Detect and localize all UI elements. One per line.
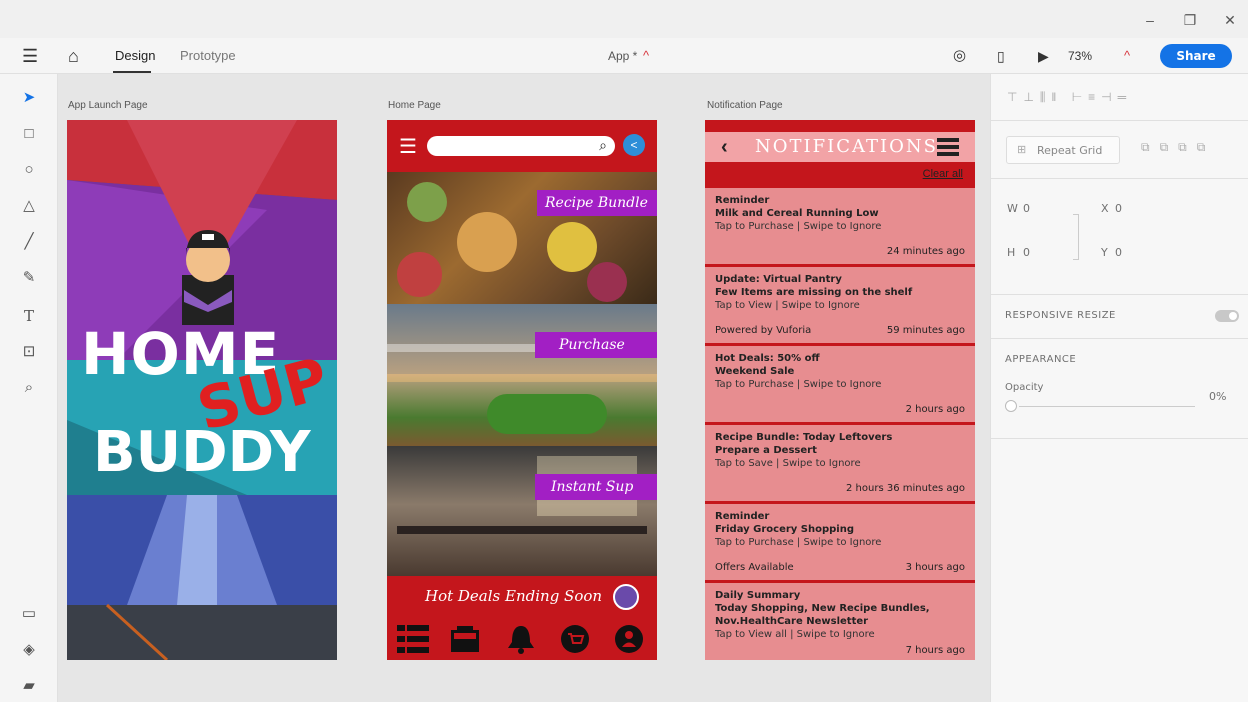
share-button[interactable]: Share bbox=[1160, 44, 1232, 68]
notifications-titlebar: ‹ NOTIFICATIONS bbox=[705, 132, 975, 162]
notifications-title: NOTIFICATIONS bbox=[755, 136, 938, 157]
design-canvas[interactable]: App Launch Page Home Page Notification P… bbox=[58, 74, 990, 702]
notification-item[interactable]: Update: Virtual Pantry Few Items are mis… bbox=[705, 264, 975, 341]
responsive-resize-toggle[interactable] bbox=[1215, 310, 1239, 322]
line-icon[interactable]: ╱ bbox=[19, 232, 39, 252]
back-icon[interactable]: ‹ bbox=[721, 132, 728, 162]
property-inspector: ⊤⊥⫼‖ ⊢≡⊣═ ⊞ Repeat Grid ⧉⧉⧉⧉ W 0 X 0 H 0… bbox=[990, 74, 1248, 702]
cart-icon[interactable] bbox=[559, 624, 591, 654]
height-field[interactable]: 0 bbox=[1023, 246, 1030, 259]
list-icon[interactable] bbox=[397, 624, 429, 654]
x-label: X bbox=[1101, 202, 1109, 215]
appearance-label: APPEARANCE bbox=[1005, 354, 1077, 365]
height-label: H bbox=[1007, 246, 1016, 259]
triangle-icon[interactable]: △ bbox=[19, 196, 39, 216]
artboard-label-notifications[interactable]: Notification Page bbox=[707, 100, 783, 111]
grid-icon: ⊞ bbox=[1017, 144, 1027, 156]
ellipse-icon[interactable]: ○ bbox=[19, 160, 39, 180]
recipe-bundle-ribbon[interactable]: Recipe Bundle bbox=[537, 190, 657, 216]
home-search-input[interactable]: ⌕ bbox=[427, 136, 615, 156]
profile-icon[interactable] bbox=[613, 624, 645, 654]
plugins-icon[interactable]: ▰ bbox=[19, 676, 39, 696]
zoom-level[interactable]: 73% bbox=[1068, 38, 1092, 74]
assets-icon[interactable]: ▭ bbox=[19, 604, 39, 624]
purchase-image[interactable] bbox=[387, 304, 657, 446]
notification-item[interactable]: Reminder Friday Grocery Shopping Tap to … bbox=[705, 501, 975, 578]
width-label: W bbox=[1007, 202, 1018, 215]
purchase-ribbon[interactable]: Purchase bbox=[535, 332, 657, 358]
share-icon[interactable]: < bbox=[623, 134, 645, 156]
zoom-icon[interactable]: ⌕ bbox=[19, 378, 39, 398]
artboard-label-home[interactable]: Home Page bbox=[388, 100, 441, 111]
boolean-icons[interactable]: ⧉⧉⧉⧉ bbox=[1141, 140, 1215, 155]
opacity-label: Opacity bbox=[1005, 382, 1044, 393]
search-icon[interactable]: ⌕ bbox=[599, 137, 607, 154]
notification-item[interactable]: Reminder Milk and Cereal Running Low Tap… bbox=[705, 185, 975, 262]
tab-design-underline bbox=[113, 71, 151, 73]
text-icon[interactable]: T bbox=[19, 306, 39, 326]
width-field[interactable]: 0 bbox=[1023, 202, 1030, 215]
layers-icon[interactable]: ◈ bbox=[19, 640, 39, 660]
document-title[interactable]: App * bbox=[608, 38, 637, 74]
list-view-icon[interactable] bbox=[937, 138, 959, 156]
responsive-resize-label: RESPONSIVE RESIZE bbox=[1005, 310, 1116, 321]
logo-word-buddy: BUDDY bbox=[93, 420, 311, 485]
home-header: ☰ ⌕ < bbox=[387, 120, 657, 172]
tools-panel: ➤ □ ○ △ ╱ ✎ T ⊡ ⌕ ▭ ◈ ▰ bbox=[0, 74, 58, 702]
zoom-chevron-icon[interactable]: ^ bbox=[1124, 38, 1130, 74]
notifications-header: ‹ NOTIFICATIONS Clear all bbox=[705, 120, 975, 188]
offer-icon[interactable] bbox=[449, 624, 481, 654]
opacity-field[interactable]: 0% bbox=[1209, 390, 1226, 403]
clear-all-link[interactable]: Clear all bbox=[923, 168, 963, 180]
deals-badge-icon[interactable] bbox=[613, 584, 639, 610]
aspect-lock-icon[interactable] bbox=[1073, 214, 1079, 260]
artboard-label-launch[interactable]: App Launch Page bbox=[68, 100, 148, 111]
close-icon[interactable]: ✕ bbox=[1220, 10, 1240, 30]
artboard-home[interactable]: ☰ ⌕ < Recipe Bundle Purchase Instant Sup… bbox=[387, 120, 657, 660]
opacity-slider-track[interactable] bbox=[1019, 406, 1195, 407]
home-icon[interactable]: ⌂ bbox=[68, 38, 79, 74]
opacity-slider-handle[interactable] bbox=[1005, 400, 1017, 412]
y-label: Y bbox=[1101, 246, 1108, 259]
y-field[interactable]: 0 bbox=[1115, 246, 1122, 259]
tab-prototype[interactable]: Prototype bbox=[180, 38, 236, 74]
notification-item[interactable]: Recipe Bundle: Today Leftovers Prepare a… bbox=[705, 422, 975, 499]
tab-design[interactable]: Design bbox=[115, 38, 155, 74]
artboard-notifications[interactable]: ‹ NOTIFICATIONS Clear all Reminder Milk … bbox=[705, 120, 975, 660]
pen-icon[interactable]: ✎ bbox=[19, 268, 39, 288]
play-icon[interactable]: ▶ bbox=[1038, 38, 1049, 74]
notification-item[interactable]: Hot Deals: 50% off Weekend Sale Tap to P… bbox=[705, 343, 975, 420]
rectangle-icon[interactable]: □ bbox=[19, 124, 39, 144]
chevron-up-icon[interactable]: ^ bbox=[643, 38, 649, 74]
repeat-grid-button[interactable]: ⊞ Repeat Grid bbox=[1006, 136, 1120, 164]
artboard-icon[interactable]: ⊡ bbox=[19, 342, 39, 362]
main-toolbar: ☰ ⌂ Design Prototype App * ^ ◎ ▯ ▶ 73% ^… bbox=[0, 38, 1248, 74]
align-icons[interactable]: ⊤⊥⫼‖ ⊢≡⊣═ bbox=[1007, 90, 1132, 105]
artboard-launch[interactable]: HOME SUP BUDDY bbox=[67, 120, 337, 660]
instant-sup-image[interactable] bbox=[387, 446, 657, 576]
hamburger-icon[interactable]: ☰ bbox=[399, 134, 417, 159]
x-field[interactable]: 0 bbox=[1115, 202, 1122, 215]
mascot-illustration bbox=[182, 230, 234, 325]
menu-icon[interactable]: ☰ bbox=[22, 38, 38, 74]
minimize-icon[interactable]: – bbox=[1140, 10, 1160, 30]
maximize-icon[interactable]: ❐ bbox=[1180, 10, 1200, 30]
instant-sup-ribbon[interactable]: Instant Sup bbox=[535, 474, 657, 500]
select-icon[interactable]: ➤ bbox=[19, 88, 39, 108]
device-icon[interactable]: ▯ bbox=[997, 38, 1005, 74]
notification-item[interactable]: Daily Summary Today Shopping, New Recipe… bbox=[705, 580, 975, 660]
bottom-nav bbox=[387, 616, 657, 660]
title-bar: – ❐ ✕ bbox=[0, 0, 1248, 38]
user-icon[interactable]: ◎ bbox=[953, 38, 966, 74]
bell-icon[interactable] bbox=[505, 624, 537, 654]
